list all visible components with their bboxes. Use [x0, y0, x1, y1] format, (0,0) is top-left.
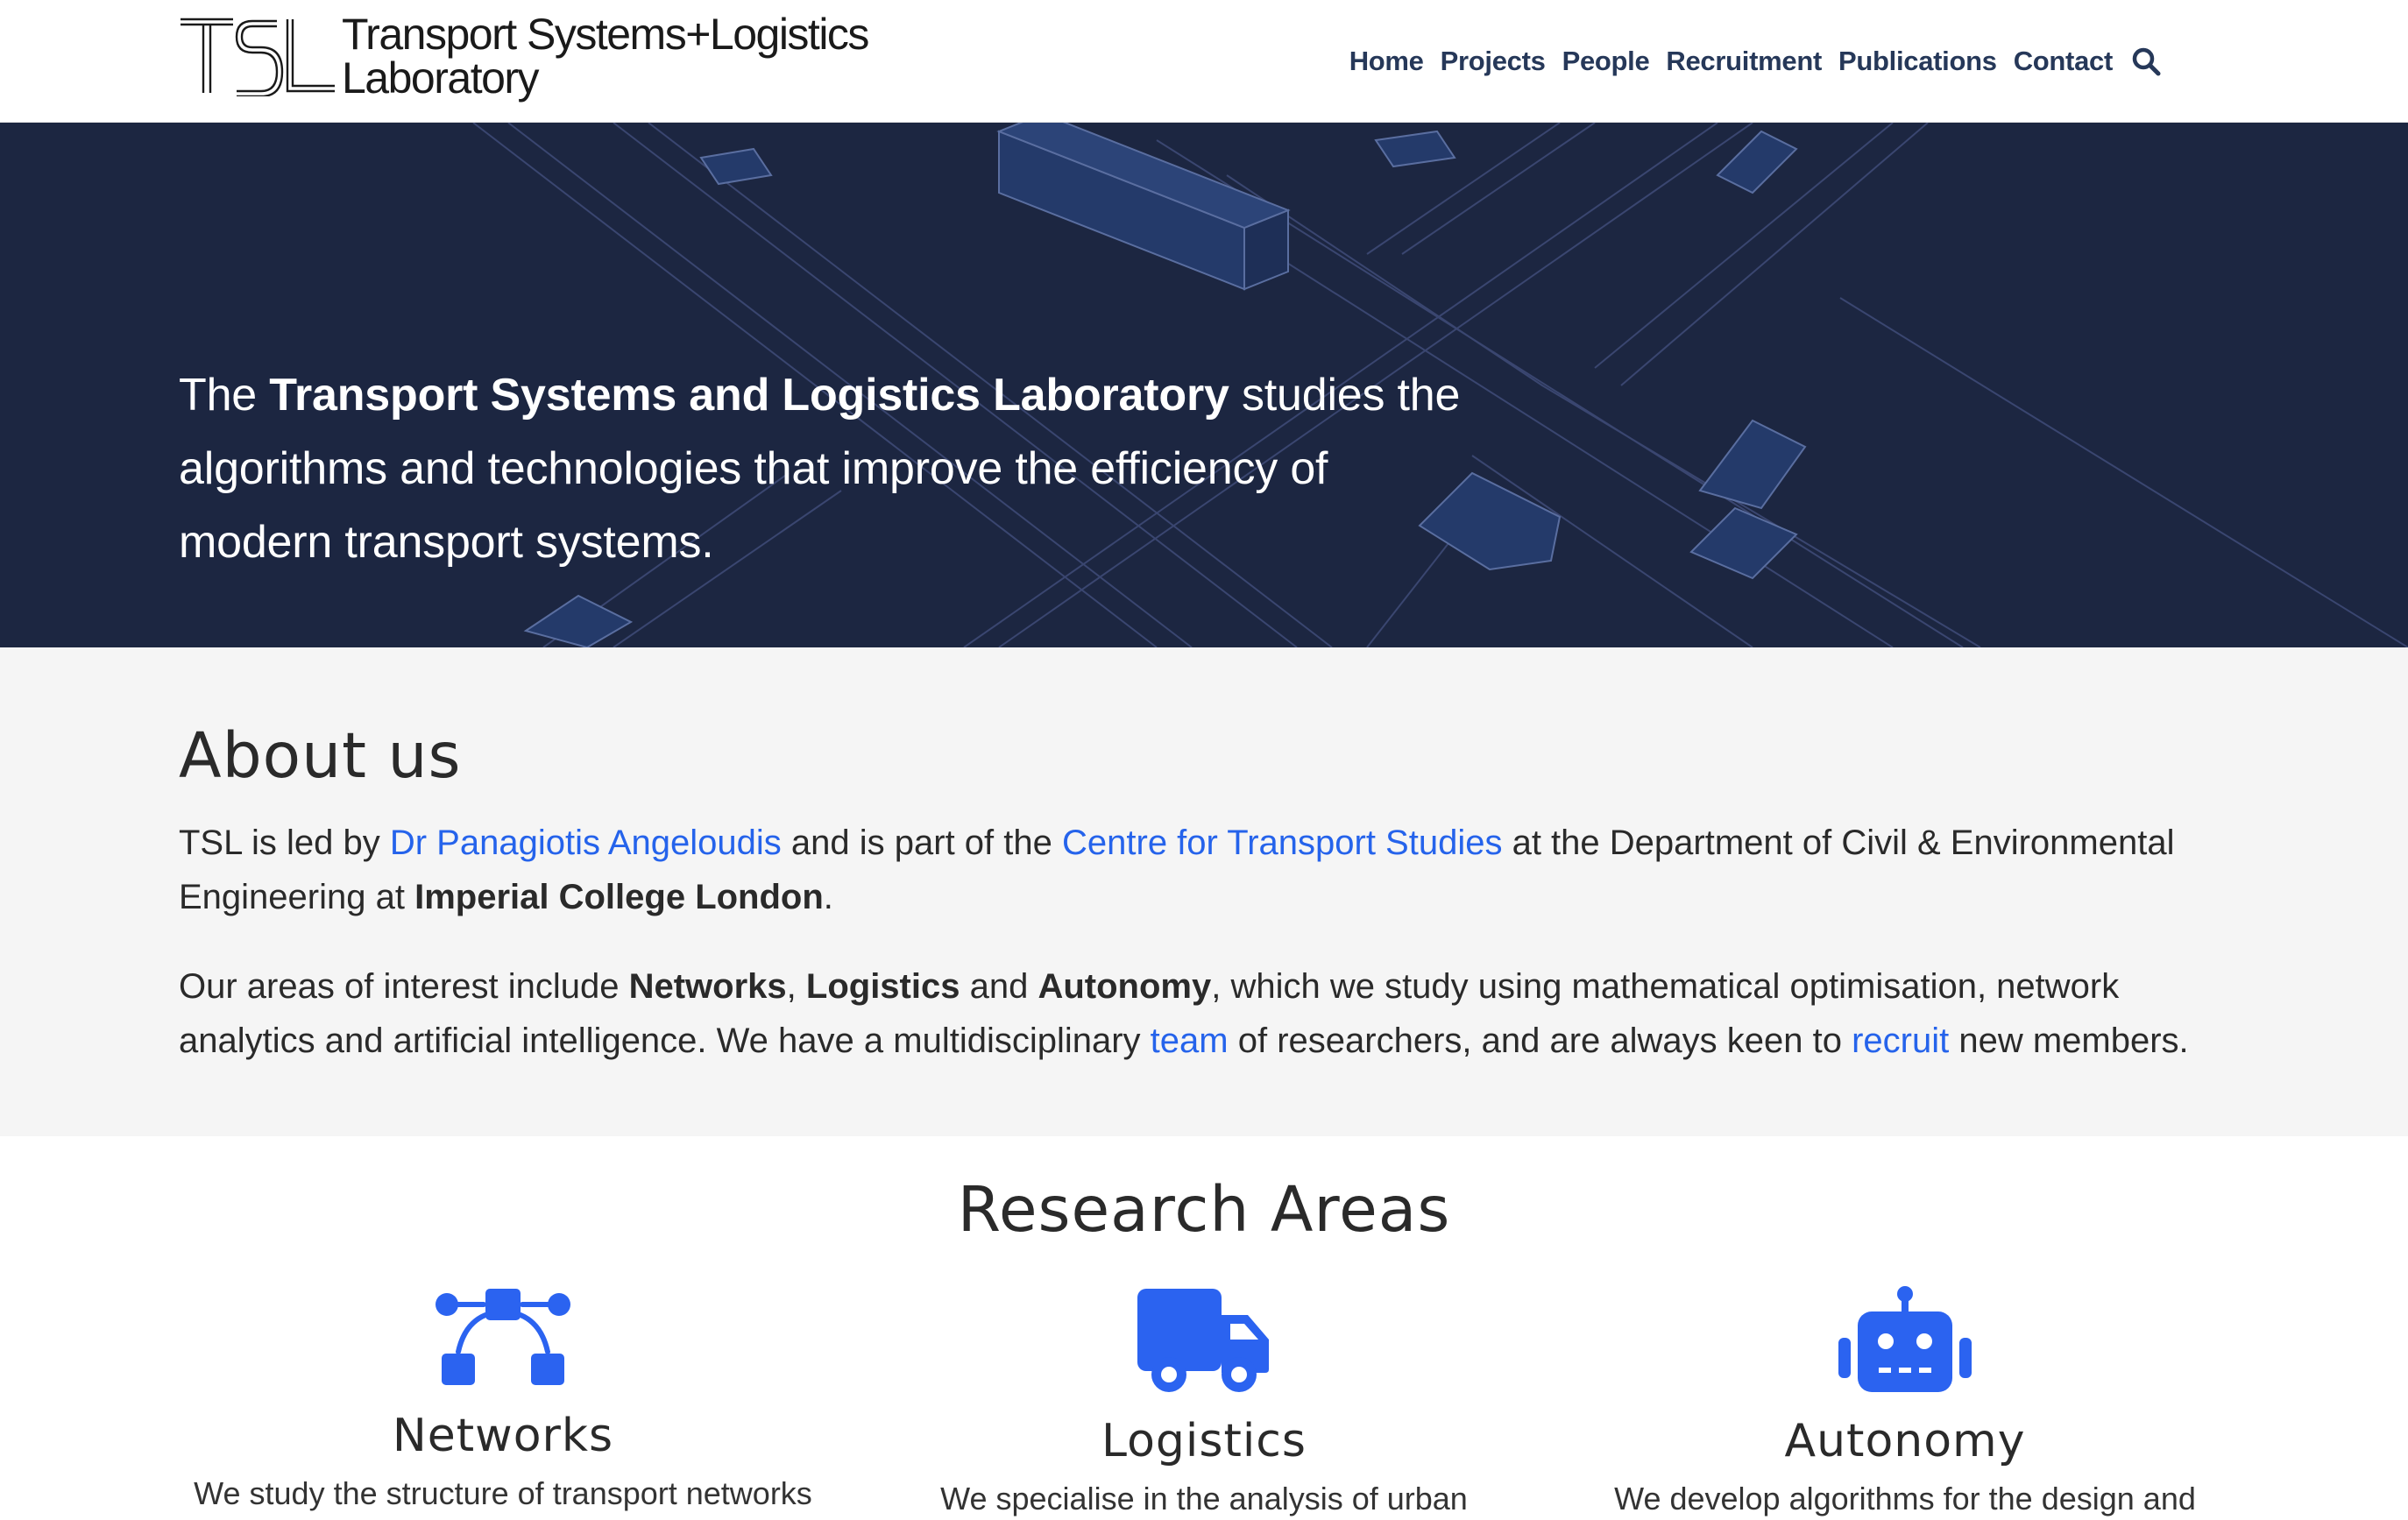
logo-line-1: Transport Systems+Logistics: [342, 10, 869, 59]
research-card-networks[interactable]: Networks We study the structure of trans…: [152, 1285, 853, 1515]
logo-wordmark: Transport Systems+Logistics Laboratory: [342, 10, 869, 103]
about-p2-text-3: and: [960, 967, 1038, 1006]
link-recruit[interactable]: recruit: [1852, 1022, 1949, 1060]
about-paragraph-2: Our areas of interest include Networks, …: [179, 959, 2229, 1068]
research-card-desc-autonomy: We develop algorithms for the design and: [1614, 1481, 2196, 1516]
link-team[interactable]: team: [1151, 1022, 1229, 1060]
nav-publications[interactable]: Publications: [1838, 46, 1997, 77]
hero-banner: The Transport Systems and Logistics Labo…: [0, 123, 2408, 647]
nav-people[interactable]: People: [1562, 46, 1650, 77]
research-card-logistics[interactable]: Logistics We specialise in the analysis …: [853, 1285, 1555, 1520]
site-header: Transport Systems+Logistics Laboratory H…: [0, 0, 2408, 123]
about-p2-text-1: Our areas of interest include: [179, 967, 629, 1006]
about-p2-text-2: ,: [786, 967, 806, 1006]
about-p1-imperial: Imperial College London: [414, 878, 824, 916]
about-p2-text-6: new members.: [1949, 1022, 2189, 1060]
hero-lab-name: Transport Systems and Logistics Laborato…: [269, 370, 1229, 421]
about-p1-text-2: and is part of the: [781, 824, 1062, 862]
about-section: About us TSL is led by Dr Panagiotis Ang…: [0, 647, 2408, 1136]
search-icon[interactable]: [2131, 46, 2161, 76]
tsl-logo-mark: [181, 18, 335, 96]
nav-recruitment[interactable]: Recruitment: [1666, 46, 1822, 77]
nav-contact[interactable]: Contact: [2014, 46, 2114, 77]
research-card-title-logistics: Logistics: [1101, 1415, 1307, 1467]
main-nav: Home Projects People Recruitment Publica…: [1349, 42, 2161, 81]
hero-prefix: The: [179, 370, 270, 421]
research-card-title-networks: Networks: [392, 1410, 614, 1462]
site-logo[interactable]: Transport Systems+Logistics Laboratory: [179, 12, 880, 109]
hero-tagline: The Transport Systems and Logistics Labo…: [179, 358, 1493, 579]
research-title: Research Areas: [957, 1173, 1451, 1246]
about-p1-text-1: TSL is led by: [179, 824, 390, 862]
truck-icon: [1137, 1289, 1269, 1392]
nav-projects[interactable]: Projects: [1441, 46, 1546, 77]
research-areas-section: Research Areas Networks We study the str…: [0, 1136, 2408, 1516]
nav-home[interactable]: Home: [1349, 46, 1424, 77]
robot-icon: [1838, 1286, 1972, 1392]
about-p2-networks: Networks: [628, 967, 787, 1006]
link-angeloudis[interactable]: Dr Panagiotis Angeloudis: [390, 824, 782, 862]
research-card-title-autonomy: Autonomy: [1784, 1415, 2026, 1467]
about-p1-text-4: .: [823, 878, 833, 916]
about-p2-text-5: of researchers, and are always keen to: [1228, 1022, 1852, 1060]
about-paragraph-1: TSL is led by Dr Panagiotis Angeloudis a…: [179, 816, 2229, 924]
logo-line-2: Laboratory: [342, 53, 540, 103]
about-p2-autonomy: Autonomy: [1038, 967, 1212, 1006]
research-card-desc-logistics: We specialise in the analysis of urban: [940, 1481, 1468, 1516]
link-cts[interactable]: Centre for Transport Studies: [1062, 824, 1502, 862]
about-p2-logistics: Logistics: [805, 967, 960, 1006]
about-title: About us: [179, 719, 462, 792]
research-card-autonomy[interactable]: Autonomy We develop algorithms for the d…: [1555, 1285, 2256, 1520]
network-icon: [436, 1289, 570, 1385]
